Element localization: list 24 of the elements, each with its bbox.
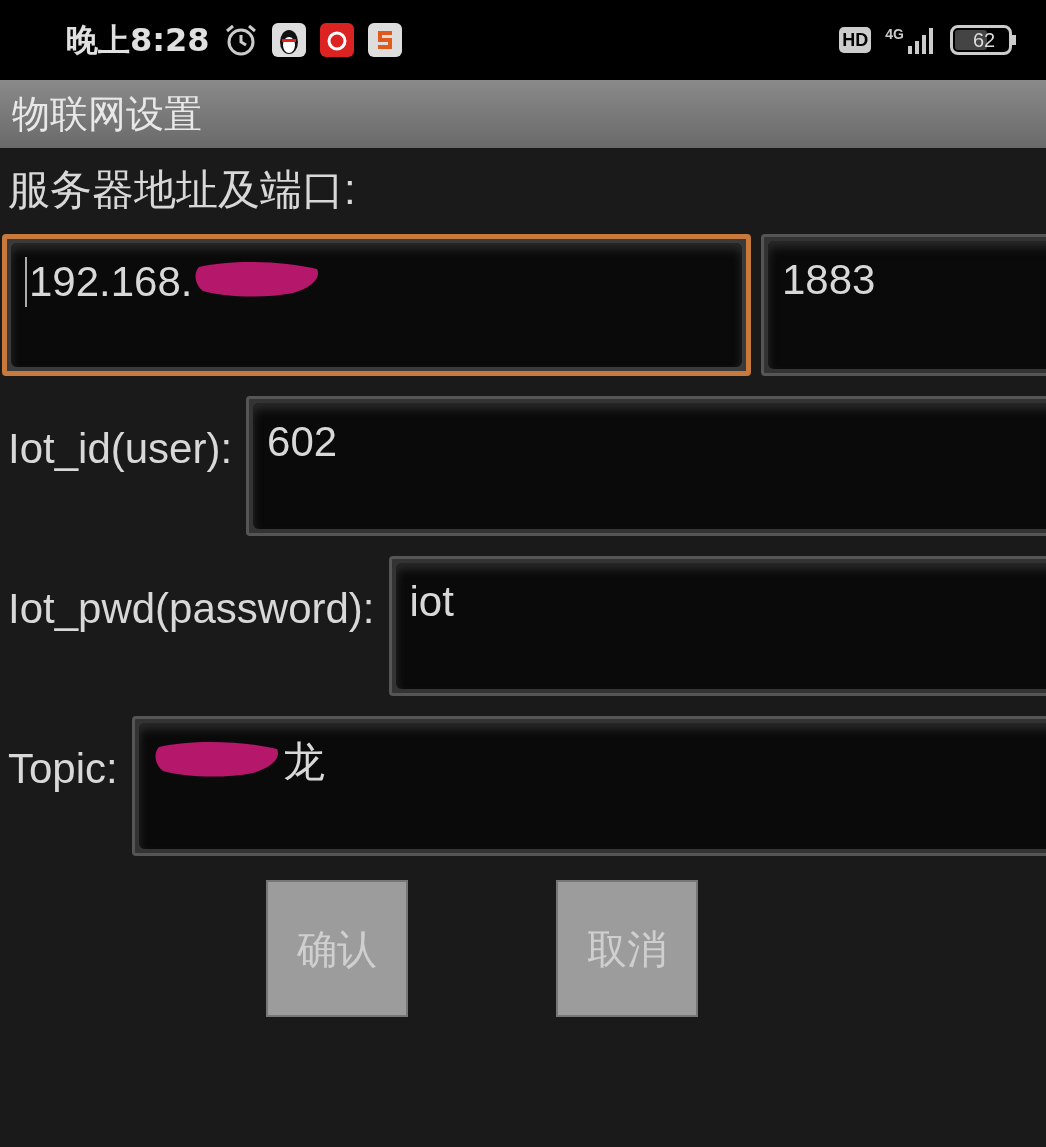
text-field[interactable]: 龙: [131, 716, 1046, 856]
window-title: 物联网设置: [12, 91, 202, 137]
penguin-app-icon: [271, 23, 306, 57]
text-field[interactable]: 602: [246, 396, 1046, 536]
field-label: Topic:: [7, 744, 119, 794]
hd-badge: HD: [839, 27, 872, 53]
field-value: 龙: [282, 737, 325, 787]
field-value: 1883: [782, 255, 876, 305]
signal-icon: [906, 26, 936, 54]
alarm-clock-icon: [223, 23, 258, 57]
clock-time: 晚上8:28: [66, 20, 210, 61]
field-label: Iot_pwd(password):: [7, 584, 376, 634]
keyboard-app-icon: [367, 23, 402, 57]
field-label: Iot_id(user):: [7, 424, 234, 474]
text-field[interactable]: 192.168.: [2, 234, 751, 376]
field-value: iot: [409, 577, 454, 627]
field-value: 602: [267, 417, 338, 467]
field-value: 192.168.: [29, 257, 193, 307]
music-app-icon: [319, 23, 354, 57]
server-label: 服务器地址及端口:: [7, 165, 357, 215]
text-field[interactable]: iot: [388, 556, 1046, 696]
text-field[interactable]: 1883: [761, 234, 1046, 376]
network-type: 4G: [885, 26, 904, 42]
battery-indicator: 62: [950, 25, 1016, 55]
